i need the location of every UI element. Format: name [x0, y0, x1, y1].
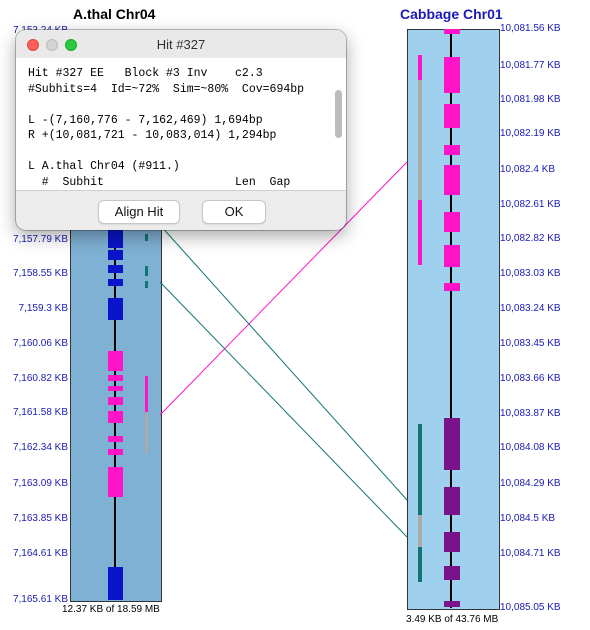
left-axis-tick: 7,160.82 KB	[12, 373, 68, 384]
hit-info-dialog: Hit #327 Hit #327 EE Block #3 Inv c2.3 #…	[16, 30, 346, 230]
hit-line-teal-2[interactable]	[159, 281, 408, 538]
right-axis-tick: 10,083.03 KB	[500, 268, 561, 279]
dialog-line: Hit #327 EE Block #3 Inv c2.3	[28, 67, 263, 80]
right-axis-tick: 10,082.61 KB	[500, 199, 561, 210]
dialog-line: R +(10,081,721 - 10,083,014) 1,294bp	[28, 129, 277, 142]
right-axis-tick: 10,084.08 KB	[500, 442, 561, 453]
dialog-line: L A.thal Chr04 (#911.)	[28, 160, 180, 173]
left-axis-tick: 7,160.06 KB	[12, 338, 68, 349]
ok-button[interactable]: OK	[202, 200, 266, 224]
left-axis-tick: 7,162.34 KB	[12, 442, 68, 453]
left-axis-tick: 7,158.55 KB	[12, 268, 68, 279]
right-axis-tick: 10,083.66 KB	[500, 373, 561, 384]
right-axis-tick: 10,084.29 KB	[500, 478, 561, 489]
right-axis-tick: 10,083.87 KB	[500, 408, 561, 419]
dialog-line: #Subhits=4 Id=~72% Sim=~80% Cov=694bp	[28, 82, 305, 96]
right-axis-tick: 10,083.45 KB	[500, 338, 561, 349]
right-axis-tick: 10,082.82 KB	[500, 233, 561, 244]
hit-line-teal-1[interactable]	[159, 224, 408, 501]
right-axis-tick: 10,084.71 KB	[500, 548, 561, 559]
right-axis-tick: 10,081.77 KB	[500, 60, 561, 71]
right-axis-tick: 10,083.24 KB	[500, 303, 561, 314]
dialog-line: L -(7,160,776 - 7,162,469) 1,694bp	[28, 113, 263, 127]
left-axis-tick: 7,165.61 KB	[12, 594, 68, 605]
dialog-titlebar[interactable]: Hit #327	[16, 30, 346, 59]
left-axis-tick: 7,163.09 KB	[12, 478, 68, 489]
text-scrollbar[interactable]	[335, 90, 342, 138]
left-axis-tick: 7,157.79 KB	[12, 234, 68, 245]
right-axis-tick: 10,082.19 KB	[500, 128, 561, 139]
right-axis-tick: 10,081.56 KB	[500, 23, 561, 34]
align-hit-button[interactable]: Align Hit	[98, 200, 180, 224]
right-axis-tick: 10,085.05 KB	[500, 602, 561, 613]
right-size-label: 3.49 KB of 43.76 MB	[406, 614, 499, 625]
dialog-line: # Subhit Len Gap	[28, 175, 291, 189]
left-axis-tick: 7,161.58 KB	[12, 407, 68, 418]
right-axis-tick: 10,082.4 KB	[500, 164, 556, 175]
left-size-label: 12.37 KB of 18.59 MB	[62, 604, 160, 615]
dialog-title: Hit #327	[156, 37, 206, 52]
right-axis-tick: 10,081.98 KB	[500, 94, 561, 105]
right-axis-tick: 10,084.5 KB	[500, 513, 556, 524]
hit-details-text[interactable]: Hit #327 EE Block #3 Inv c2.3 #Subhits=4…	[16, 58, 346, 191]
left-axis-tick: 7,163.85 KB	[12, 513, 68, 524]
left-axis-tick: 7,159.3 KB	[18, 303, 68, 314]
left-axis-tick: 7,164.61 KB	[12, 548, 68, 559]
